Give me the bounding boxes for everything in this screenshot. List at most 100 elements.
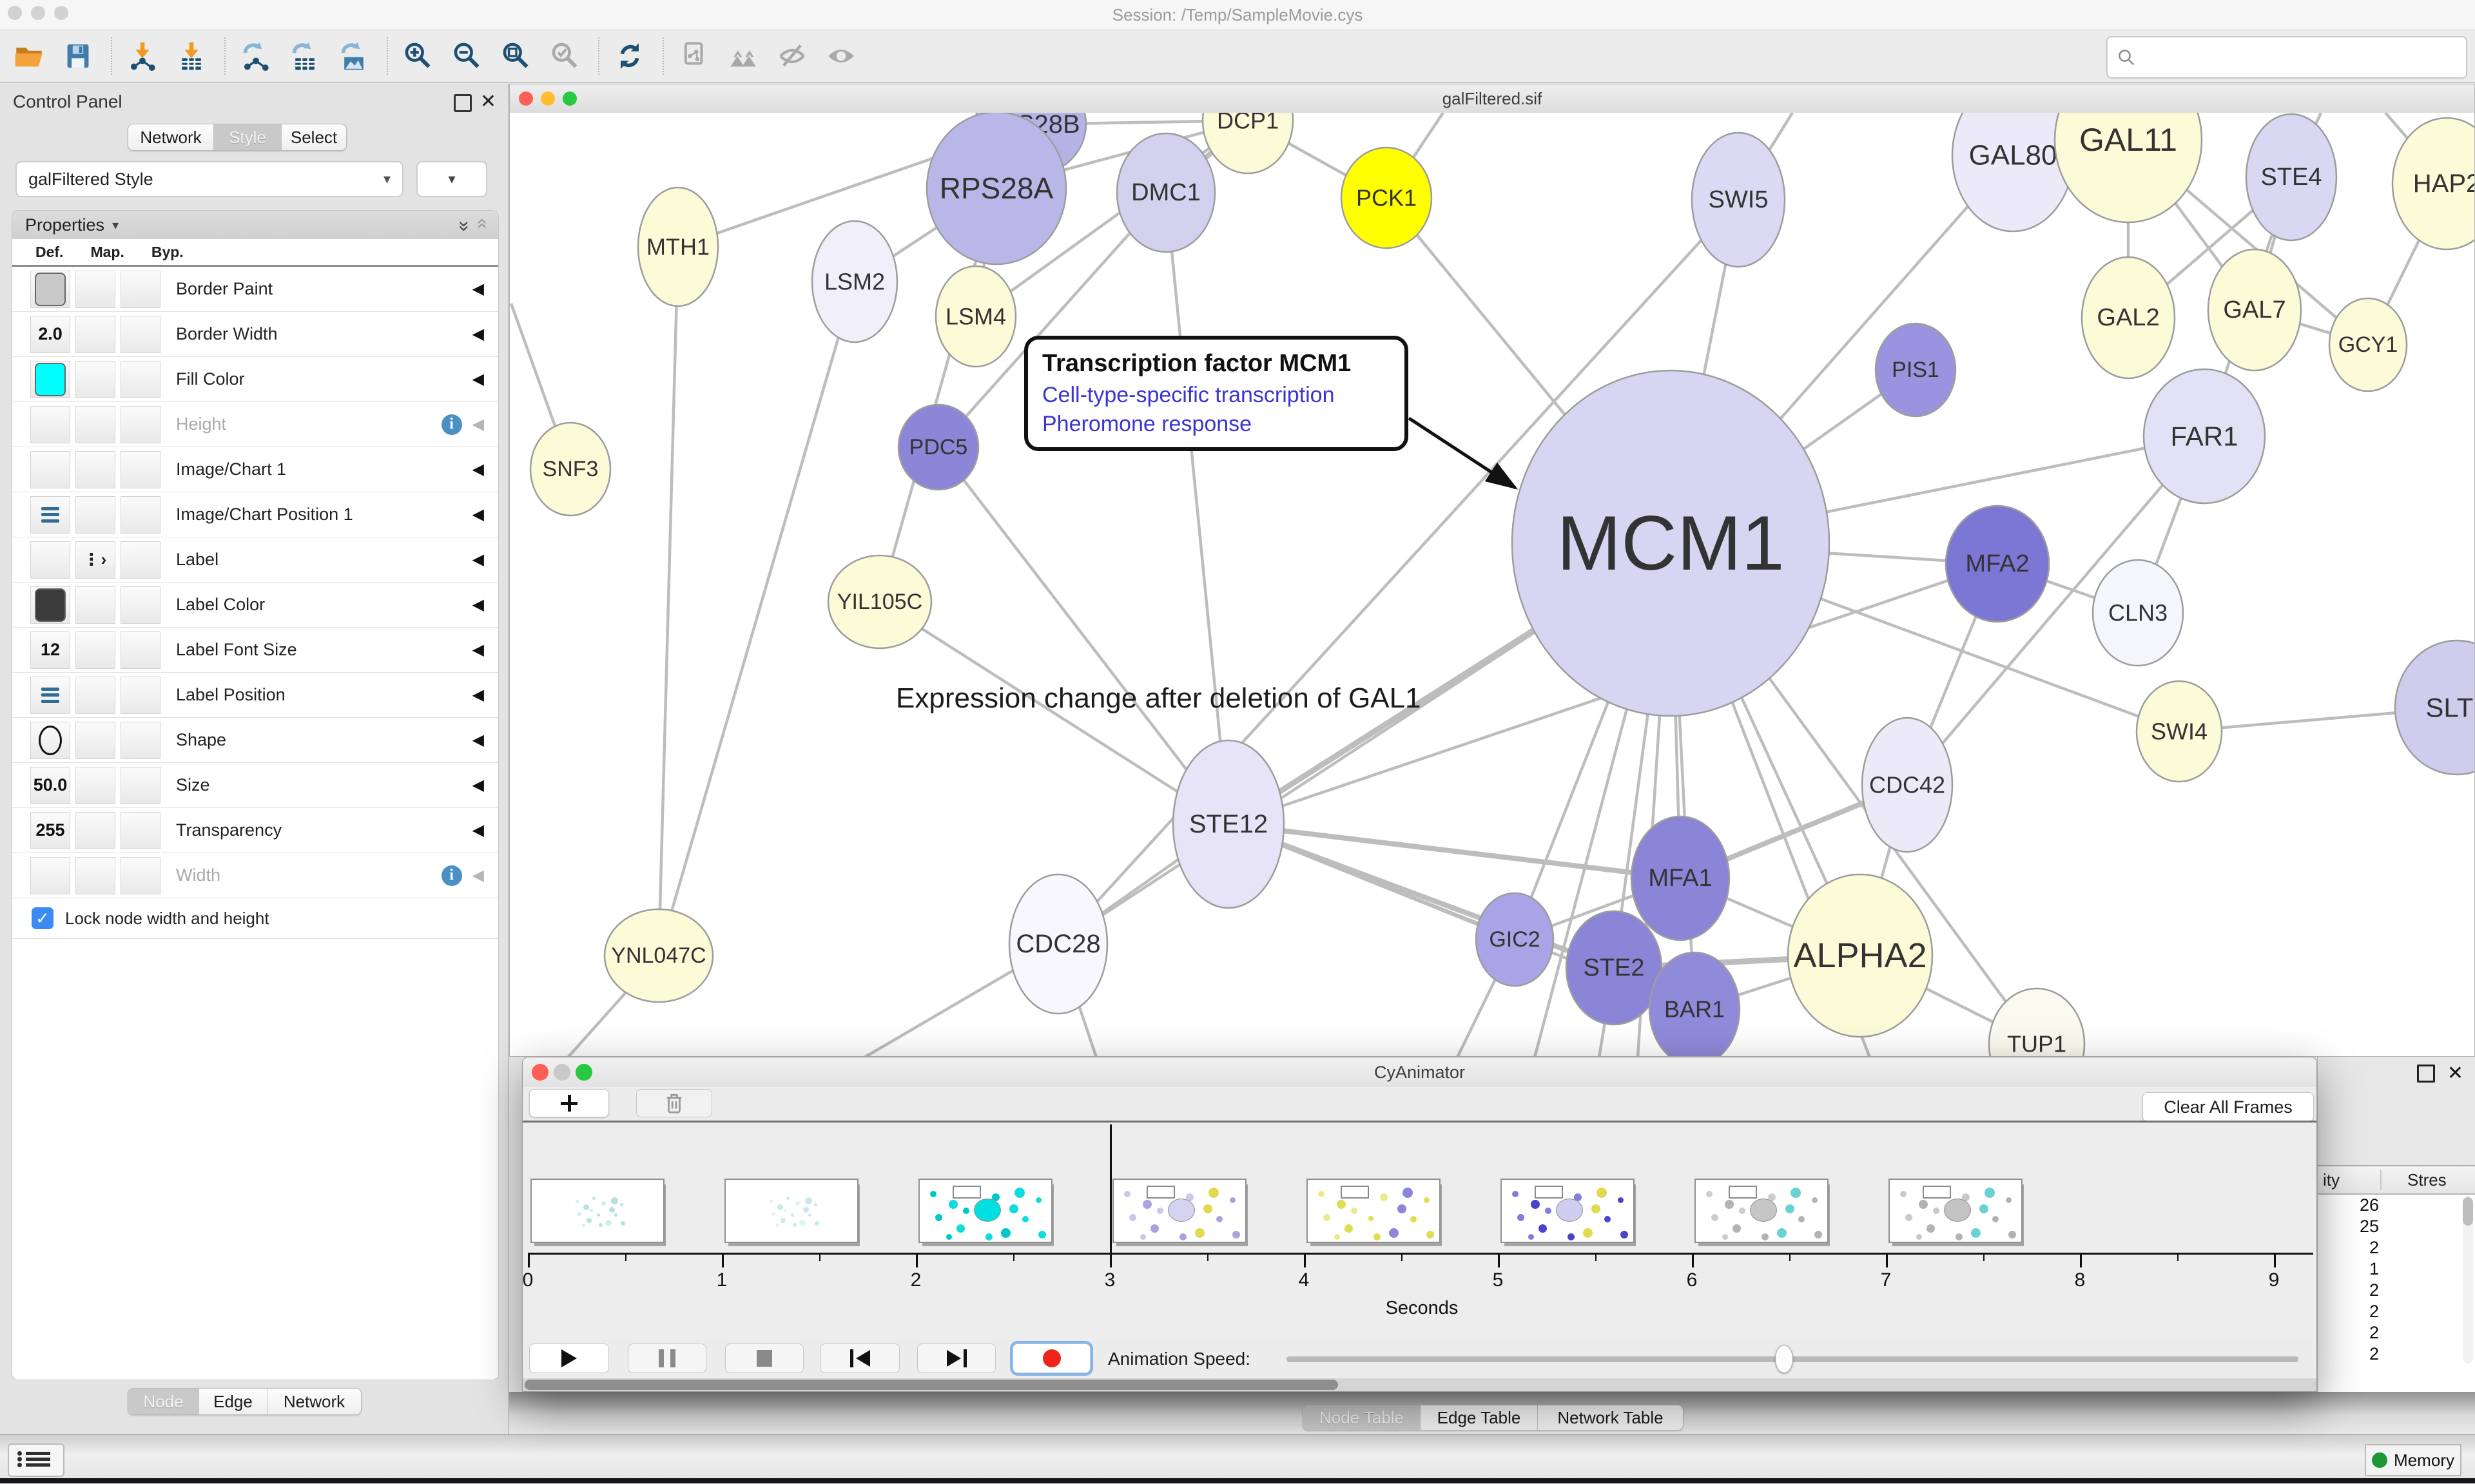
tab-network[interactable]: Network [128,124,214,150]
style-selector[interactable]: galFiltered Style ▾ [15,161,403,197]
expand-row-icon[interactable]: ◀ [472,731,484,749]
bypass-cell[interactable] [121,271,160,308]
frame-thumbnail-6[interactable] [1694,1179,1829,1243]
network-canvas[interactable]: RPS28BDCP1RPS28ADMC1PCK1MTH1LSM2LSM4SWI5… [510,113,2474,1056]
node-DMC1[interactable]: DMC1 [1117,133,1215,252]
expand-row-icon[interactable]: ◀ [472,325,484,343]
expand-row-icon[interactable]: ◀ [472,641,484,659]
import-network-icon[interactable] [122,36,162,76]
expand-row-icon[interactable]: ◀ [472,595,484,614]
open-session-icon[interactable] [9,36,49,76]
mapping-cell[interactable] [75,722,115,759]
node-PCK1[interactable]: PCK1 [1341,148,1432,248]
global-search[interactable] [2106,36,2467,79]
expand-row-icon[interactable]: ◀ [472,280,484,298]
bypass-cell[interactable] [121,361,160,398]
node-FAR1[interactable]: FAR1 [2144,369,2265,503]
window-minimize-icon[interactable] [554,1064,570,1081]
mapping-cell[interactable] [75,767,115,804]
expand-row-icon[interactable]: ◀ [472,776,484,795]
expand-row-icon[interactable]: ◀ [472,505,484,524]
zoom-fit-icon[interactable] [496,36,536,76]
mapping-cell[interactable] [75,451,115,488]
export-table-icon[interactable] [285,36,325,76]
animation-speed-handle[interactable] [1775,1345,1793,1373]
frame-thumbnail-5[interactable] [1500,1179,1635,1243]
tab-style[interactable]: Style [214,124,282,150]
node-PDC5[interactable]: PDC5 [898,405,978,490]
node-BAR1[interactable]: BAR1 [1649,952,1740,1056]
export-image-icon[interactable] [334,36,374,76]
pause-button[interactable] [628,1344,706,1373]
search-input[interactable] [2142,47,2466,68]
table-row[interactable]: 2 [2318,1344,2475,1365]
default-value-cell[interactable] [30,271,70,308]
default-value-cell[interactable]: 255 [30,812,70,849]
frame-thumbnail-4[interactable] [1306,1179,1441,1243]
frame-thumbnail-1[interactable] [724,1179,859,1243]
default-value-cell[interactable] [30,722,70,759]
node-MCM1[interactable]: MCM1 [1512,371,1829,716]
node-STE4[interactable]: STE4 [2246,114,2336,240]
node-MFA1[interactable]: MFA1 [1631,816,1729,940]
default-value-cell[interactable] [30,406,70,443]
zoom-in-icon[interactable] [398,36,438,76]
export-network-icon[interactable] [236,36,276,76]
table-column-stress[interactable]: Stres [2382,1170,2447,1190]
node-CDC42[interactable]: CDC42 [1862,718,1952,852]
window-zoom-icon[interactable] [563,92,577,106]
bypass-cell[interactable] [121,677,160,714]
frame-thumbnail-7[interactable] [1888,1179,2023,1243]
annotation-link[interactable]: Cell-type-specific transcription [1042,383,1390,408]
table-row[interactable]: 1 [2318,1258,2475,1280]
memory-button[interactable]: Memory [2365,1444,2461,1476]
table-row[interactable]: 26 [2318,1195,2475,1216]
play-button[interactable] [529,1344,609,1373]
tab-network-table[interactable]: Network Table [1538,1405,1683,1430]
default-value-cell[interactable] [30,451,70,488]
mapping-cell[interactable]: ⋮› [75,541,115,579]
default-value-cell[interactable] [30,541,70,579]
node-GCY1[interactable]: GCY1 [2329,298,2407,391]
timeline-scrollbar-thumb[interactable] [525,1380,1338,1390]
tab-edge[interactable]: Edge [199,1389,267,1414]
clear-all-frames-button[interactable]: Clear All Frames [2142,1092,2314,1122]
node-YNL047C[interactable]: YNL047C [605,909,713,1002]
close-panel-icon[interactable]: ✕ [2447,1062,2463,1084]
default-value-cell[interactable]: 12 [30,631,70,669]
panel-list-button[interactable] [8,1443,64,1477]
timeline-playhead[interactable] [1110,1124,1112,1253]
table-row[interactable]: 2 [2318,1280,2475,1301]
default-value-cell[interactable] [30,857,70,894]
node-CDC28[interactable]: CDC28 [1009,874,1107,1014]
table-header[interactable]: ity Stres [2318,1166,2475,1195]
mapping-cell[interactable] [75,857,115,894]
network-graph[interactable]: RPS28BDCP1RPS28ADMC1PCK1MTH1LSM2LSM4SWI5… [510,113,2474,1056]
bypass-cell[interactable] [121,812,160,849]
bypass-cell[interactable] [121,767,160,804]
node-LSM4[interactable]: LSM4 [936,266,1016,367]
node-GAL11[interactable]: GAL11 [2055,113,2202,222]
expand-row-icon[interactable]: ◀ [472,821,484,840]
table-column-ity[interactable]: ity [2318,1170,2382,1190]
delete-frame-button[interactable] [636,1089,712,1117]
app-minimize-icon[interactable] [31,6,45,20]
node-GAL7[interactable]: GAL7 [2208,249,2301,371]
style-options-button[interactable]: ▾ [416,161,487,197]
node-ALPHA2[interactable]: ALPHA2 [1788,874,1932,1037]
bypass-cell[interactable] [121,857,160,894]
bypass-cell[interactable] [121,722,160,759]
window-close-icon[interactable] [532,1064,548,1081]
zoom-out-icon[interactable] [447,36,487,76]
skip-to-start-button[interactable] [820,1344,900,1373]
default-value-cell[interactable] [30,361,70,398]
bypass-cell[interactable] [121,496,160,534]
mapping-cell[interactable] [75,316,115,353]
table-row[interactable]: 2 [2318,1237,2475,1258]
stop-button[interactable] [725,1344,804,1373]
node-HAP2[interactable]: HAP2 [2392,118,2474,249]
lock-checkbox[interactable]: ✓ [32,907,53,929]
frame-thumbnail-0[interactable] [530,1179,665,1243]
node-STE2[interactable]: STE2 [1566,911,1662,1025]
node-SNF3[interactable]: SNF3 [530,423,610,516]
